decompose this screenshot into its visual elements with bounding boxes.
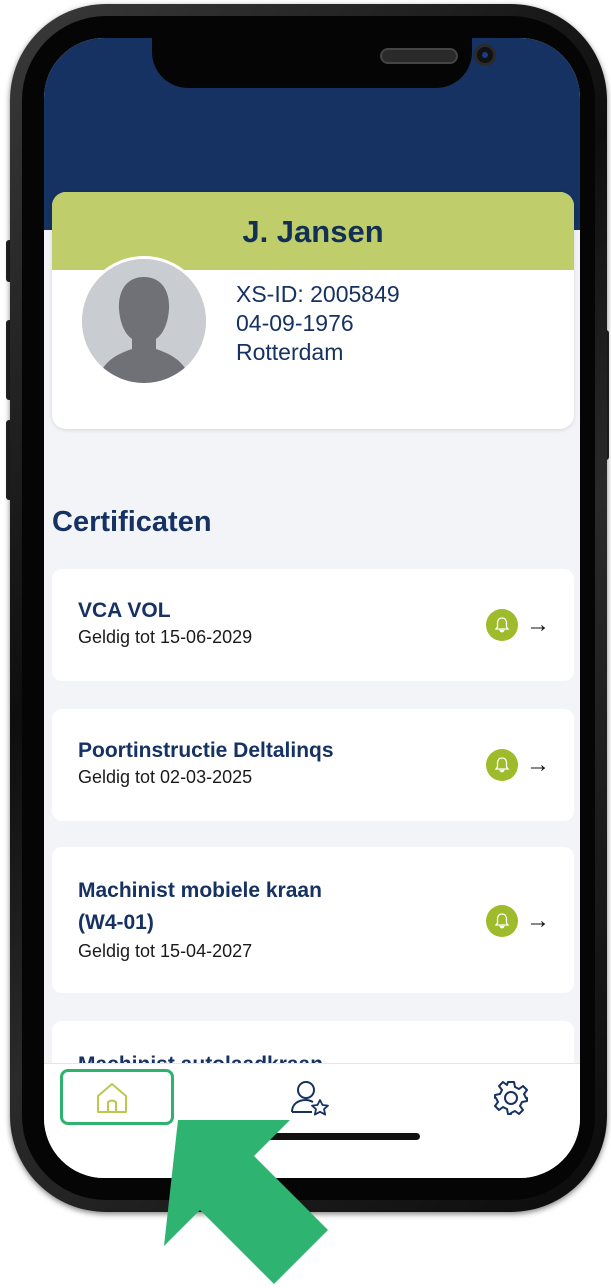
profile-city: Rotterdam [236,339,344,365]
section-title: Certificaten [52,506,212,538]
profile-xs-id: XS-ID: 2005849 [236,281,400,307]
home-icon[interactable] [92,1078,132,1118]
pointer-arrow-icon [150,1118,340,1288]
certificate-valid-until: Geldig tot 15-04-2027 [78,941,253,961]
bell-icon[interactable] [486,609,518,641]
bell-icon[interactable] [486,749,518,781]
gear-icon[interactable] [491,1078,531,1118]
chevron-right-icon[interactable]: → [526,613,550,637]
phone-mockup: J. Jansen XS-ID: 2005849 04-09-1976 Rott… [0,0,611,1288]
certificate-title: Poortinstructie Deltalinqs [78,739,334,762]
profile-card: J. Jansen XS-ID: 2005849 04-09-1976 Rott… [52,192,574,429]
person-silhouette-icon [82,259,206,383]
camera-icon [474,44,496,66]
certificate-title-line2: (W4-01) [78,911,154,934]
user-star-icon[interactable] [288,1078,329,1118]
chevron-right-icon[interactable]: → [526,909,550,933]
profile-name: J. Jansen [242,214,384,249]
certificate-title: VCA VOL [78,599,171,622]
bell-icon[interactable] [486,905,518,937]
certificate-card[interactable]: Machinist mobiele kraan (W4-01) Geldig t… [52,847,574,993]
chevron-right-icon[interactable]: → [526,753,550,777]
phone-notch [152,38,496,88]
certificate-card[interactable]: Poortinstructie Deltalinqs Geldig tot 02… [52,709,574,821]
certificate-card[interactable]: VCA VOL Geldig tot 15-06-2029 → [52,569,574,681]
certificate-valid-until: Geldig tot 02-03-2025 [78,767,253,787]
profile-details: XS-ID: 2005849 04-09-1976 Rotterdam [236,280,400,367]
speaker-grille [380,48,458,64]
certificate-valid-until: Geldig tot 15-06-2029 [78,627,253,647]
avatar[interactable] [79,256,209,386]
app-screen: J. Jansen XS-ID: 2005849 04-09-1976 Rott… [44,38,580,1178]
profile-birthdate: 04-09-1976 [236,310,354,336]
certificate-title: Machinist mobiele kraan [78,879,322,902]
